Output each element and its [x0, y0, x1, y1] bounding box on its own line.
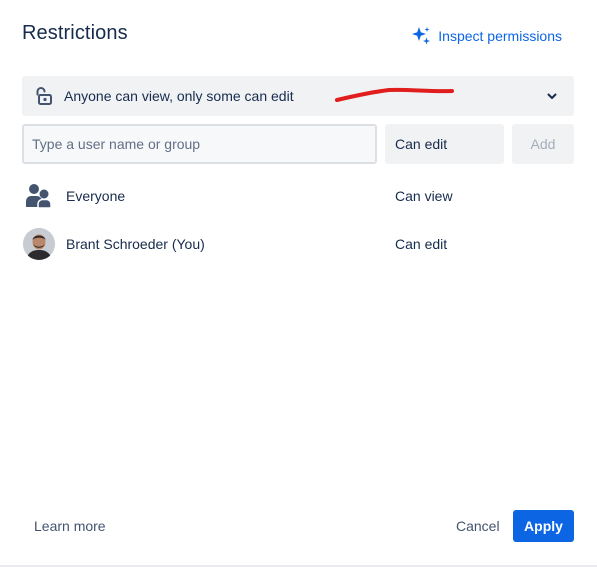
access-row-everyone: Everyone Can view	[22, 178, 574, 214]
entry-name: Brant Schroeder (You)	[66, 236, 205, 252]
user-avatar	[23, 228, 55, 260]
apply-button[interactable]: Apply	[513, 510, 574, 542]
inspect-permissions-label: Inspect permissions	[438, 28, 562, 44]
entry-permission[interactable]: Can edit	[395, 236, 447, 252]
add-button: Add	[512, 124, 574, 164]
sparkle-icon	[410, 25, 432, 47]
restrictions-dialog: Restrictions Inspect permissions Anyone …	[0, 0, 597, 567]
user-avatar-wrap	[22, 227, 56, 261]
learn-more-link[interactable]: Learn more	[34, 518, 106, 534]
unlock-icon	[32, 85, 54, 107]
restriction-level-select[interactable]: Anyone can view, only some can edit	[22, 76, 574, 116]
dialog-title: Restrictions	[22, 22, 128, 44]
inspect-permissions-link[interactable]: Inspect permissions	[410, 25, 562, 47]
people-group-icon	[22, 179, 56, 213]
permission-select[interactable]: Can edit	[385, 124, 504, 164]
entry-name: Everyone	[66, 188, 126, 204]
chevron-down-icon	[544, 88, 560, 104]
access-row-brant: Brant Schroeder (You) Can edit	[22, 226, 574, 262]
cancel-button[interactable]: Cancel	[446, 510, 510, 542]
user-search-input[interactable]	[22, 124, 377, 164]
restriction-level-label: Anyone can view, only some can edit	[64, 88, 294, 104]
entry-permission[interactable]: Can view	[395, 188, 453, 204]
